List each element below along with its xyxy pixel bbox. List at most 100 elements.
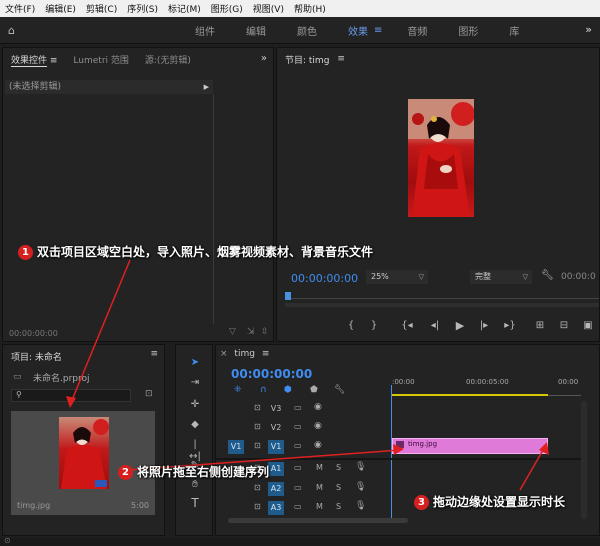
selection-tool-icon[interactable]: ➤ — [188, 357, 202, 369]
solo-button[interactable]: S — [336, 483, 341, 492]
mute-button[interactable]: M — [316, 502, 323, 511]
workspace-tab-audio[interactable]: 音频 — [407, 23, 427, 38]
mark-in-icon[interactable]: { — [344, 320, 358, 332]
track-label-v1[interactable]: V1 — [268, 440, 284, 454]
program-playhead[interactable] — [285, 292, 291, 300]
timeline-clip[interactable]: timg.jpg — [392, 438, 548, 454]
tab-lumetri-scopes[interactable]: Lumetri 范围 — [65, 53, 136, 66]
lock-icon[interactable]: ⊡ — [254, 441, 261, 450]
track-select-icon[interactable]: ⇥ — [188, 377, 202, 389]
timeline-tab[interactable]: × timg ≡ — [220, 349, 269, 359]
workspace-tab-graphics[interactable]: 图形 — [458, 23, 478, 38]
home-icon[interactable]: ⌂ — [8, 24, 20, 37]
workspace-tab-editing[interactable]: 编辑 — [246, 23, 266, 38]
go-to-in-icon[interactable]: {◂ — [400, 320, 414, 332]
export-icon[interactable]: ⇲ — [247, 327, 255, 337]
menu-view[interactable]: 视图(V) — [248, 2, 289, 15]
sync-icon[interactable]: ▭ — [294, 463, 302, 472]
lift-icon[interactable]: ⊞ — [533, 320, 547, 332]
extract-icon[interactable]: ⊟ — [557, 320, 571, 332]
new-bin-icon[interactable]: ⊡ — [145, 389, 153, 399]
eye-icon[interactable]: ◉ — [314, 402, 322, 412]
track-label-v2[interactable]: V2 — [268, 421, 284, 435]
program-menu-icon[interactable]: ≡ — [337, 54, 345, 64]
solo-button[interactable]: S — [336, 463, 341, 472]
tab-effect-controls[interactable]: 效果控件 ≡ — [3, 53, 65, 67]
workspace-tab-effects[interactable]: 效果 — [348, 23, 368, 38]
step-back-icon[interactable]: ◂| — [428, 320, 442, 332]
quality-select[interactable]: 完整 ▽ — [470, 270, 532, 284]
tab-source[interactable]: 源:(无剪辑) — [137, 53, 199, 66]
wrench-icon[interactable]: 🔧︎ — [541, 270, 554, 281]
mark-out-icon[interactable]: } — [367, 320, 381, 332]
sync-icon[interactable]: ▭ — [294, 502, 302, 511]
workspace-menu-icon[interactable]: ≡ — [374, 25, 382, 36]
microphone-icon[interactable]: 🎙︎ — [355, 501, 366, 511]
track-label-a1[interactable]: A1 — [268, 462, 284, 476]
menu-graphics[interactable]: 图形(G) — [206, 2, 248, 15]
lock-icon[interactable]: ⊡ — [254, 502, 261, 511]
menu-clip[interactable]: 剪辑(C) — [81, 2, 122, 15]
slip-icon[interactable]: |↔| — [188, 439, 202, 462]
horizontal-scrollbar[interactable] — [228, 518, 408, 523]
solo-button[interactable]: S — [336, 502, 341, 511]
ripple-edit-icon[interactable]: ✛ — [188, 399, 202, 411]
go-to-out-icon[interactable]: ▸} — [503, 320, 517, 332]
panel-overflow-icon[interactable]: » — [261, 53, 267, 64]
track-label-a2[interactable]: A2 — [268, 482, 284, 496]
hand-icon[interactable]: ✋︎ — [188, 479, 202, 491]
menu-sequence[interactable]: 序列(S) — [122, 2, 163, 15]
sync-icon[interactable]: ▭ — [294, 403, 302, 412]
lock-icon[interactable]: ⊡ — [254, 403, 261, 412]
timeline-menu-icon[interactable]: ≡ — [262, 349, 270, 359]
step-forward-icon[interactable]: |▸ — [477, 320, 491, 332]
lock-icon[interactable]: ⊡ — [254, 422, 261, 431]
linked-selection-icon[interactable]: ∩ — [260, 385, 267, 395]
razor-icon[interactable]: ◆ — [188, 419, 202, 431]
settings-icon[interactable]: ⇳ — [261, 327, 269, 337]
track-label-a3[interactable]: A3 — [268, 501, 284, 515]
type-tool-icon[interactable]: T — [188, 497, 202, 509]
eye-icon[interactable]: ◉ — [314, 440, 322, 450]
mute-button[interactable]: M — [316, 483, 323, 492]
program-timecode[interactable]: 00:00:00:00 — [291, 272, 358, 285]
project-menu-icon[interactable]: ≡ — [150, 349, 158, 359]
menu-file[interactable]: 文件(F) — [0, 2, 40, 15]
play-icon[interactable]: ▶ — [453, 320, 467, 332]
source-patch-v1[interactable]: V1 — [228, 440, 244, 454]
marker-icon[interactable]: ⬟ — [310, 385, 318, 395]
timeline-timecode[interactable]: 00:00:00:00 — [231, 367, 312, 381]
microphone-icon[interactable]: 🎙︎ — [355, 482, 366, 492]
program-scroll[interactable] — [285, 303, 599, 307]
eye-icon[interactable]: ◉ — [314, 421, 322, 431]
program-ruler[interactable] — [287, 291, 599, 299]
project-search-input[interactable]: ⚲ — [11, 389, 131, 402]
work-area-bar[interactable] — [392, 394, 548, 396]
menu-help[interactable]: 帮助(H) — [289, 2, 331, 15]
menu-edit[interactable]: 编辑(E) — [40, 2, 81, 15]
play-triangle-icon[interactable]: ▶ — [204, 80, 209, 94]
more-workspaces-icon[interactable]: » — [585, 23, 592, 36]
microphone-icon[interactable]: 🎙︎ — [355, 462, 366, 472]
snap-icon[interactable]: ⁜ — [234, 385, 242, 395]
sync-icon[interactable]: ▭ — [294, 483, 302, 492]
export-frame-icon[interactable]: ▣ — [581, 320, 595, 332]
workspace-tab-assembly[interactable]: 组件 — [195, 23, 215, 38]
workspace-tab-color[interactable]: 颜色 — [297, 23, 317, 38]
vertical-scrollbar[interactable] — [581, 401, 587, 519]
sync-icon[interactable]: ▭ — [294, 422, 302, 431]
workspace-tab-libraries[interactable]: 库 — [509, 23, 519, 38]
menu-markers[interactable]: 标记(M) — [163, 2, 206, 15]
clip-name: timg.jpg — [408, 440, 438, 448]
lock-icon[interactable]: ⊡ — [254, 483, 261, 492]
zoom-select[interactable]: 25% ▽ — [366, 270, 428, 284]
mute-button[interactable]: M — [316, 463, 323, 472]
close-icon[interactable]: × — [220, 349, 228, 359]
project-panel-title[interactable]: 项目: 未命名 — [3, 350, 70, 363]
program-monitor-title[interactable]: 节目: timg — [277, 53, 337, 66]
track-label-v3[interactable]: V3 — [268, 402, 284, 416]
add-marker-icon[interactable]: ⬢ — [284, 385, 292, 395]
timeline-settings-icon[interactable]: 🔧︎ — [334, 385, 345, 395]
sync-icon[interactable]: ▭ — [294, 441, 302, 450]
filter-icon[interactable]: ▽ — [229, 327, 236, 337]
